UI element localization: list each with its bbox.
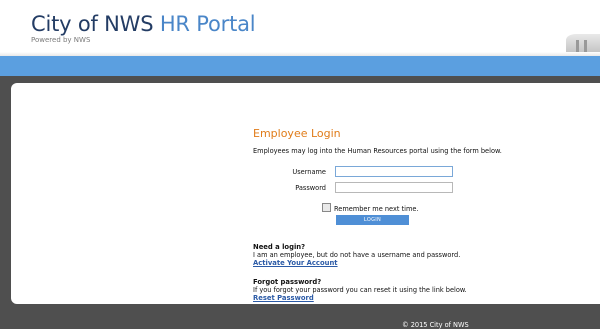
username-input[interactable]: [335, 166, 453, 177]
login-description: Employees may log into the Human Resourc…: [253, 147, 502, 155]
need-login-text: I am an employee, but do not have a user…: [253, 251, 461, 259]
brand-portal-name: HR Portal: [159, 12, 256, 36]
username-label: Username: [292, 168, 326, 176]
login-button[interactable]: LOGIN: [336, 215, 409, 225]
forgot-password-heading: Forgot password?: [253, 278, 322, 286]
site-header: City of NWS HR Portal Powered by NWS: [0, 0, 600, 56]
forgot-password-text: If you forgot your password you can rese…: [253, 286, 467, 294]
remember-me-checkbox[interactable]: [322, 203, 331, 212]
password-input[interactable]: [335, 182, 453, 193]
reset-password-link[interactable]: Reset Password: [253, 294, 314, 302]
need-login-heading: Need a login?: [253, 243, 306, 251]
remember-me-label: Remember me next time.: [334, 205, 419, 213]
nav-bar: [0, 56, 600, 76]
powered-by-text: Powered by NWS: [31, 36, 91, 44]
activate-account-link[interactable]: Activate Your Account: [253, 259, 338, 267]
content-panel: [11, 83, 600, 304]
footer-copyright: © 2015 City of NWS: [402, 321, 469, 329]
login-title: Employee Login: [253, 127, 341, 140]
brand-city-name: City of NWS: [31, 12, 154, 36]
site-logo-title[interactable]: City of NWS HR Portal: [31, 12, 256, 36]
password-label: Password: [295, 184, 326, 192]
remember-me: Remember me next time.: [322, 203, 419, 213]
